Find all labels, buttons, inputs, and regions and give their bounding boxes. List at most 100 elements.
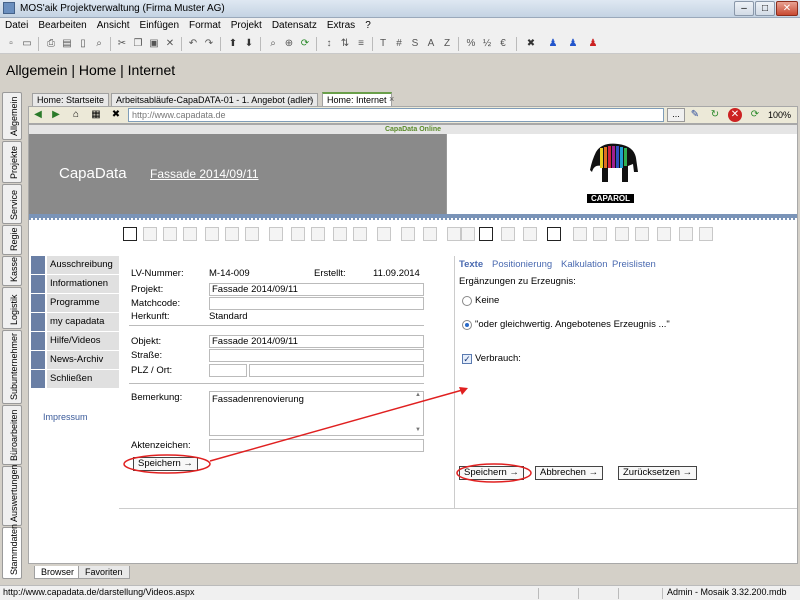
tab-kalkulation[interactable]: Kalkulation [561, 259, 607, 270]
doc-tab-close-icon[interactable]: × [389, 94, 394, 104]
columns-icon[interactable] [657, 227, 671, 241]
copy-icon[interactable] [501, 227, 515, 241]
aktenzeichen-field[interactable] [209, 439, 424, 452]
currency-icon[interactable]: € [496, 37, 510, 51]
p-icon[interactable] [377, 227, 391, 241]
bookmark-icon[interactable]: ✎ [688, 108, 702, 122]
home-icon[interactable]: ⌂ [69, 108, 83, 122]
filter-icon[interactable]: ≡ [354, 37, 368, 51]
zoom-level[interactable]: 100% [768, 108, 796, 122]
indent-icon[interactable] [245, 227, 259, 241]
page-icon[interactable]: ▯ [76, 37, 90, 51]
reload-icon[interactable]: ↻ [708, 108, 722, 122]
bullets-icon[interactable] [615, 227, 629, 241]
panel-cancel-button[interactable]: Abbrechen → [535, 466, 604, 480]
new-doc-icon[interactable] [123, 227, 137, 241]
menu-bearbeiten[interactable]: Bearbeiten [33, 18, 91, 31]
radio-keine[interactable] [462, 296, 472, 306]
bottom-tab-favoriten[interactable]: Favoriten [78, 566, 130, 579]
plz-field[interactable] [209, 364, 247, 377]
sum-icon[interactable] [635, 227, 649, 241]
grid-icon[interactable]: ▦ [89, 108, 103, 122]
tools-icon[interactable]: ✖ [109, 108, 123, 122]
list-doc-icon[interactable] [183, 227, 197, 241]
bottom-tab-browser[interactable]: Browser [34, 566, 82, 579]
strasse-field[interactable] [209, 349, 424, 362]
nav-item-schliessen[interactable]: Schließen [31, 370, 119, 388]
scroll-up-icon[interactable]: ▲ [415, 392, 421, 398]
hash-icon[interactable]: # [392, 37, 406, 51]
objekt-field[interactable]: Fassade 2014/09/11 [209, 335, 424, 348]
copy-doc-icon[interactable] [143, 227, 157, 241]
delete-icon[interactable]: ✕ [163, 37, 177, 51]
find-icon[interactable]: ⌕ [266, 37, 280, 51]
text-icon[interactable]: T [376, 37, 390, 51]
nav-item-programme[interactable]: Programme [31, 294, 119, 312]
preview-icon[interactable]: ▤ [60, 37, 74, 51]
redo-icon[interactable]: ↷ [202, 37, 216, 51]
projekt-field[interactable]: Fassade 2014/09/11 [209, 283, 424, 296]
project-link[interactable]: Fassade 2014/09/11 [150, 167, 259, 181]
print-icon[interactable]: ⎙ [44, 37, 58, 51]
menu-ansicht[interactable]: Ansicht [92, 18, 135, 31]
nav-item-news-archiv[interactable]: News-Archiv [31, 351, 119, 369]
vtab-stammdaten[interactable]: Stammdaten [2, 524, 22, 579]
close-button[interactable]: ✕ [776, 1, 798, 16]
percent-icon[interactable]: % [464, 37, 478, 51]
move-down-icon[interactable] [353, 227, 367, 241]
menu-format[interactable]: Format [184, 18, 226, 31]
vtab-service[interactable]: Service [2, 184, 22, 224]
search-doc-icon[interactable]: ⌕ [92, 37, 106, 51]
doc-tab-internet[interactable]: Home: Internet [322, 92, 392, 106]
s-icon[interactable]: S [408, 37, 422, 51]
url-input[interactable]: http://www.capadata.de [128, 108, 664, 122]
menu-einfuegen[interactable]: Einfügen [135, 18, 184, 31]
verbrauch-checkbox[interactable]: ✓ [462, 354, 472, 364]
sort-desc-icon[interactable]: ⇅ [338, 37, 352, 51]
tools-icon[interactable]: ✖ [524, 37, 538, 51]
lock-icon[interactable] [461, 227, 475, 241]
copy-icon[interactable]: ❐ [131, 37, 145, 51]
maximize-button[interactable]: □ [755, 1, 775, 16]
refresh-icon[interactable]: ⟳ [298, 37, 312, 51]
doc-tab-close-icon[interactable]: × [307, 94, 312, 104]
vtab-kasse[interactable]: Kasse [2, 256, 22, 286]
menu-projekt[interactable]: Projekt [226, 18, 267, 31]
table-icon[interactable] [593, 227, 607, 241]
circle-icon[interactable] [311, 227, 325, 241]
refresh-page-icon[interactable]: ⟳ [748, 108, 762, 122]
info-icon[interactable] [523, 227, 537, 241]
open-icon[interactable]: ▭ [20, 37, 34, 51]
minimize-button[interactable]: – [734, 1, 754, 16]
panel-save-button[interactable]: Speichern → [459, 466, 524, 480]
calc-icon[interactable] [447, 227, 461, 241]
new-icon[interactable]: ▫ [4, 37, 18, 51]
users-blue-icon[interactable]: ♟ [566, 37, 580, 51]
menu-extras[interactable]: Extras [322, 18, 360, 31]
forward-icon[interactable]: ▶ [49, 108, 63, 122]
panel-reset-button[interactable]: Zurücksetzen → [618, 466, 698, 480]
form-save-button[interactable]: Speichern → [133, 457, 198, 471]
move-up-icon[interactable] [333, 227, 347, 241]
up-arrow-icon[interactable]: ⬆ [226, 37, 240, 51]
cut-icon[interactable]: ✂ [115, 37, 129, 51]
nav-item-my-capadata[interactable]: my capadata [31, 313, 119, 331]
pages-icon[interactable] [401, 227, 415, 241]
back-icon[interactable]: ◀ [31, 108, 45, 122]
url-dots-button[interactable]: ... [667, 108, 685, 122]
nav-item-ausschreibung[interactable]: Ausschreibung [31, 256, 119, 274]
euro-doc-icon[interactable] [479, 227, 493, 241]
matchcode-field[interactable] [209, 297, 424, 310]
fraction-icon[interactable]: ½ [480, 37, 494, 51]
vtab-allgemein[interactable]: Allgemein [2, 92, 22, 140]
a-icon[interactable]: A [424, 37, 438, 51]
ap-icon[interactable] [205, 227, 219, 241]
sub-list-icon[interactable] [225, 227, 239, 241]
vtab-regie[interactable]: Regie [2, 225, 22, 255]
grid-view-icon[interactable] [573, 227, 587, 241]
text-doc-icon[interactable] [269, 227, 283, 241]
link-icon[interactable] [423, 227, 437, 241]
tab-preislisten[interactable]: Preislisten [612, 259, 656, 270]
menu-datensatz[interactable]: Datensatz [267, 18, 322, 31]
stack-icon[interactable] [291, 227, 305, 241]
